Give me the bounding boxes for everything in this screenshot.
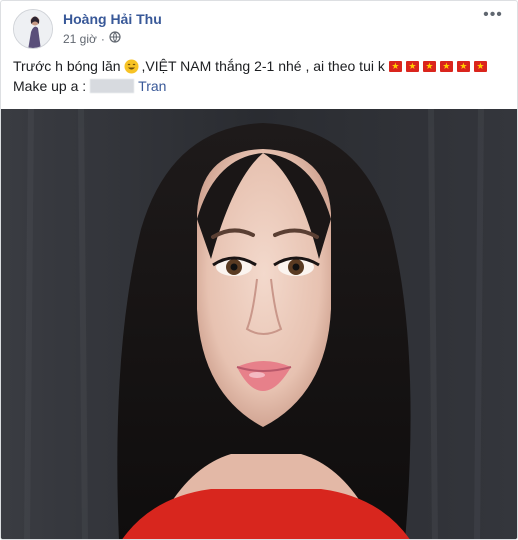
author-avatar[interactable] [13,9,53,49]
post-photo[interactable] [1,109,517,539]
meta-separator: · [100,31,105,46]
portrait-image [1,109,517,539]
author-name[interactable]: Hoàng Hải Thu [63,11,162,27]
vietnam-flag-icon: ★ [456,60,470,72]
vietnam-flag-icon: ★ [473,60,487,72]
post-meta: 21 giờ · [63,31,121,46]
post-text: Trước h bóng lăn ,VIỆT NAM thắng 2-1 nhé… [13,56,505,96]
vietnam-flag-icon: ★ [405,60,419,72]
vietnam-flag-icon: ★ [422,60,436,72]
vietnam-flag-icon: ★ [439,60,453,72]
vietnam-flag-icon: ★ [388,60,402,72]
avatar-image [14,10,52,48]
post-timestamp[interactable]: 21 giờ [63,32,97,46]
post-text-part-3: Make up a : [13,78,87,94]
blurred-name [90,79,135,93]
smile-emoji-icon [124,59,139,74]
more-options-icon[interactable]: ••• [481,7,505,27]
post-header: Hoàng Hải Thu 21 giờ · ••• [13,7,505,49]
vietnam-flags: ★ ★ ★ ★ ★ ★ [388,60,487,72]
post-text-part-2: ,VIỆT NAM thắng 2-1 nhé , ai theo tui k [141,58,385,74]
post-text-line-1: Trước h bóng lăn ,VIỆT NAM thắng 2-1 nhé… [13,56,505,76]
globe-icon[interactable] [109,31,121,46]
post-text-part-1: Trước h bóng lăn [13,58,121,74]
facebook-post: Hoàng Hải Thu 21 giờ · ••• Trước h bóng … [0,0,518,540]
post-text-line-2: Make up a : Tran [13,76,505,96]
mention-link[interactable]: Tran [138,76,166,96]
